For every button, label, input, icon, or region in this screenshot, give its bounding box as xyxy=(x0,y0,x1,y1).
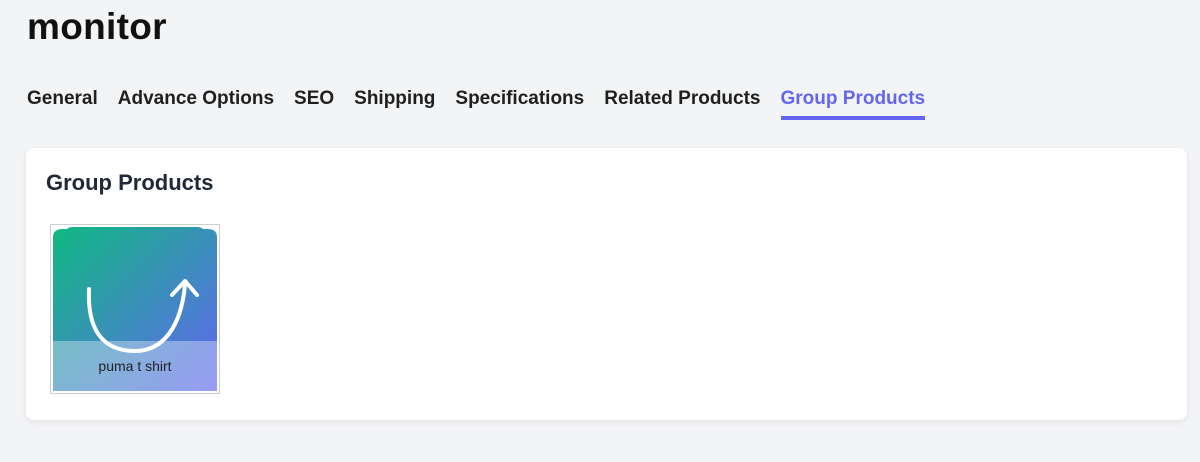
tab-shipping[interactable]: Shipping xyxy=(354,88,435,120)
product-image: puma t shirt xyxy=(53,227,217,391)
tab-seo[interactable]: SEO xyxy=(294,88,334,120)
tab-related-products[interactable]: Related Products xyxy=(604,88,760,120)
tab-specifications[interactable]: Specifications xyxy=(455,88,584,120)
product-name: puma t shirt xyxy=(53,341,217,391)
tab-advance-options[interactable]: Advance Options xyxy=(118,88,274,120)
group-products-card: Group Products puma t shirt xyxy=(26,148,1187,420)
tab-general[interactable]: General xyxy=(27,88,98,120)
page-title: monitor xyxy=(27,6,167,47)
product-tile[interactable]: puma t shirt xyxy=(50,224,220,394)
group-products-heading: Group Products xyxy=(46,170,214,195)
product-edit-page: monitor General Advance Options SEO Ship… xyxy=(0,0,1200,462)
tab-group-products[interactable]: Group Products xyxy=(780,88,926,120)
product-tabs: General Advance Options SEO Shipping Spe… xyxy=(27,88,926,120)
